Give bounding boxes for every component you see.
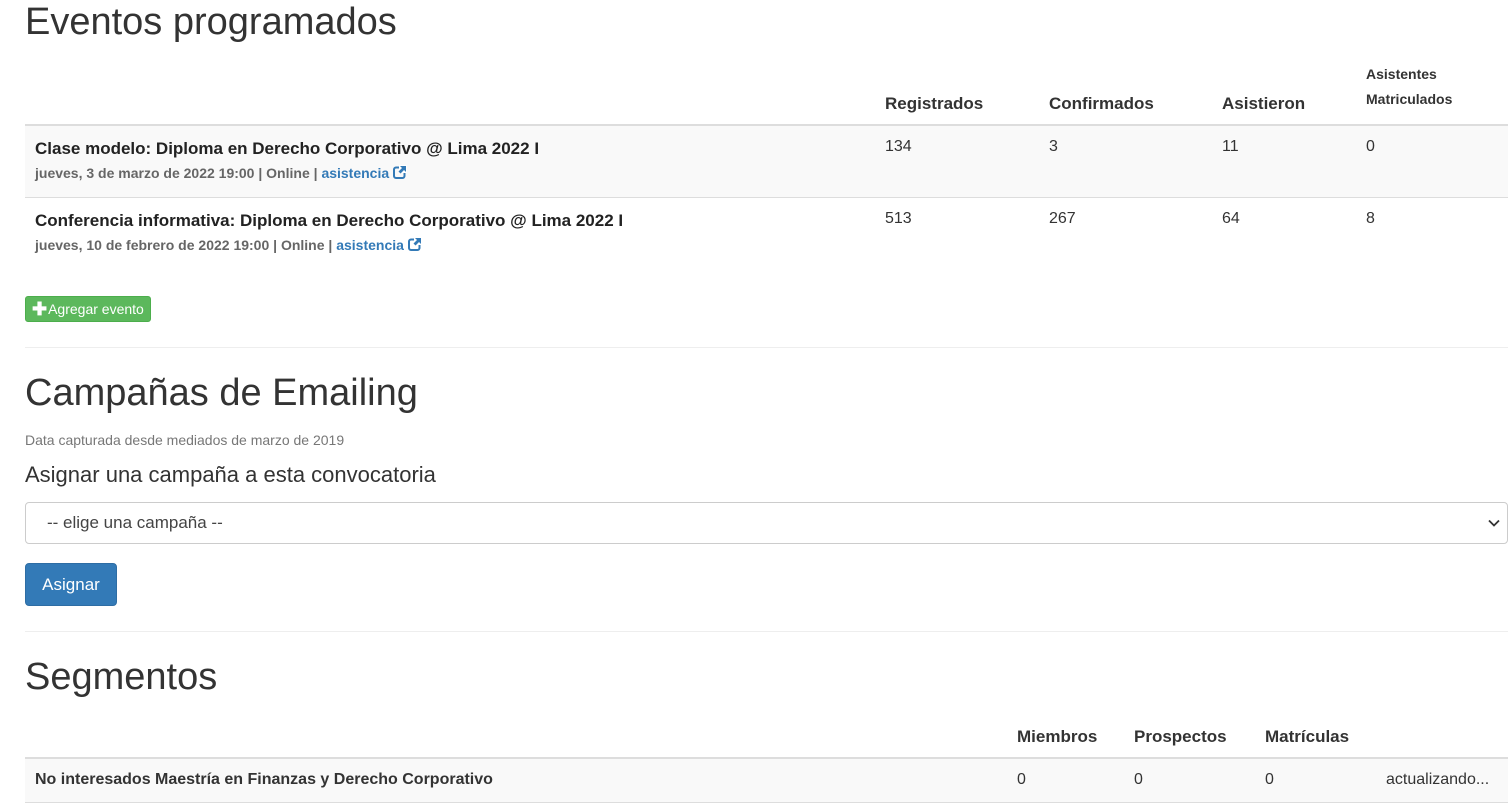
event-row: Clase modelo: Diploma en Derecho Corpora… (25, 125, 1508, 198)
event-confirmed: 267 (1049, 209, 1076, 227)
attendance-link[interactable]: asistencia (336, 236, 422, 253)
event-name: Conferencia informativa: Diploma en Dere… (35, 210, 624, 230)
campaign-select[interactable]: -- elige una campaña -- (25, 502, 1508, 544)
event-registered: 134 (875, 125, 1039, 198)
external-link-icon (407, 236, 422, 251)
events-header-registered: Registrados (875, 62, 1039, 126)
event-mode: Online (280, 236, 325, 253)
event-meta: jueves, 3 de marzo de 2022 19:00 | Onlin… (35, 164, 865, 182)
event-row: Conferencia informativa: Diploma en Dere… (25, 197, 1508, 269)
chevron-down-icon (1488, 519, 1500, 527)
events-header-attended: Asistieron (1212, 62, 1356, 126)
event-cell: Conferencia informativa: Diploma en Dere… (25, 197, 875, 269)
event-date: jueves, 10 de febrero de 2022 19:00 (35, 236, 270, 253)
segments-header-prospects: Prospectos (1124, 712, 1255, 759)
event-registered: 513 (885, 209, 912, 227)
segment-row: No interesados Maestría en Finanzas y De… (25, 758, 1508, 803)
event-date: jueves, 3 de marzo de 2022 19:00 (35, 165, 255, 181)
event-enrolled: 8 (1366, 209, 1375, 227)
separator: | (258, 165, 263, 181)
segment-enrollments: 0 (1255, 758, 1376, 803)
segments-header-name (25, 712, 1007, 759)
add-event-label: Agregar evento (48, 301, 144, 317)
section-divider (25, 347, 1508, 348)
assign-button[interactable]: Asignar (25, 563, 117, 606)
attendance-link-label: asistencia (321, 165, 390, 181)
separator: | (313, 165, 318, 181)
events-header-confirmed: Confirmados (1039, 62, 1212, 126)
segments-header-status (1376, 712, 1508, 759)
events-header-event (25, 62, 875, 126)
event-attended: 64 (1222, 209, 1240, 227)
segment-members: 0 (1007, 758, 1124, 803)
segments-header-members: Miembros (1007, 712, 1124, 759)
external-link-icon (393, 165, 408, 179)
events-header-enrolled-line2: Matriculados (1366, 91, 1453, 107)
separator: | (328, 236, 333, 253)
event-name: Clase modelo: Diploma en Derecho Corpora… (35, 139, 540, 158)
segment-status: actualizando... (1376, 758, 1508, 803)
section-divider (25, 631, 1508, 632)
segment-name: No interesados Maestría en Finanzas y De… (25, 758, 1007, 803)
attendance-link[interactable]: asistencia (321, 165, 408, 181)
segments-header-enrollments: Matrículas (1255, 712, 1376, 759)
event-mode: Online (266, 165, 310, 181)
attendance-link-label: asistencia (336, 236, 404, 253)
events-header-enrolled-line1: Asistentes (1366, 66, 1437, 82)
add-event-button[interactable]: ✚ Agregar evento (25, 296, 151, 322)
events-header-enrolled: Asistentes Matriculados (1356, 62, 1508, 126)
campaigns-title: Campañas de Emailing (25, 372, 418, 414)
assign-campaign-label: Asignar una campaña a esta convocatoria (25, 462, 436, 487)
event-cell: Clase modelo: Diploma en Derecho Corpora… (25, 125, 875, 198)
event-meta: jueves, 10 de febrero de 2022 19:00 | On… (35, 236, 865, 254)
campaign-select-value: -- elige una campaña -- (47, 513, 223, 532)
separator: | (273, 236, 278, 253)
campaigns-note: Data capturada desde mediados de marzo d… (25, 432, 345, 448)
plus-icon: ✚ (32, 299, 48, 319)
event-attended: 11 (1212, 125, 1356, 198)
segment-prospects: 0 (1124, 758, 1255, 803)
event-confirmed: 3 (1039, 125, 1212, 198)
event-enrolled: 0 (1356, 125, 1508, 198)
events-table: Registrados Confirmados Asistieron Asist… (25, 62, 1508, 269)
segments-table: Miembros Prospectos Matrículas No intere… (25, 712, 1508, 803)
events-title: Eventos programados (25, 1, 397, 43)
segments-title: Segmentos (25, 656, 218, 698)
